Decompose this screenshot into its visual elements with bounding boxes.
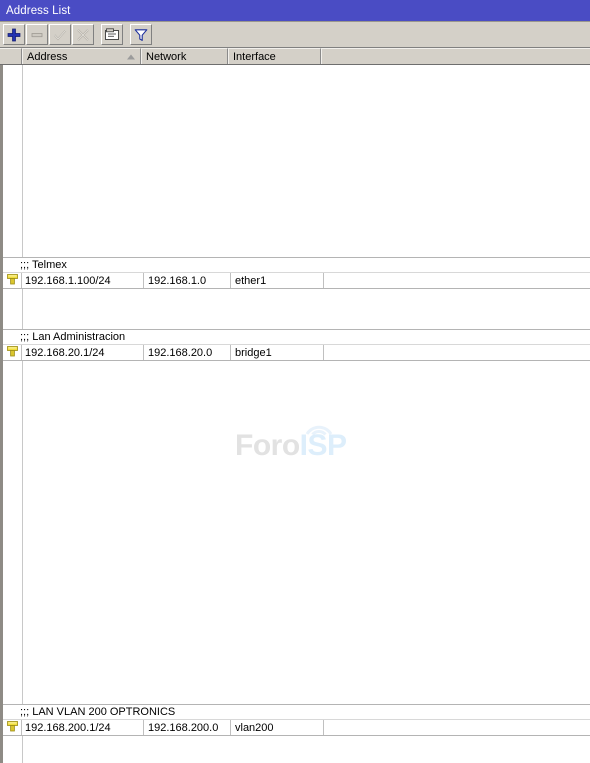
column-header-network[interactable]: Network [141, 48, 228, 64]
window-titlebar: Address List [0, 0, 590, 22]
window-title: Address List [6, 4, 71, 17]
comment-button[interactable] [101, 24, 123, 45]
pin-icon [6, 273, 18, 288]
comment-row[interactable]: ;;; Telmex [3, 257, 590, 273]
column-header-interface[interactable]: Interface [228, 48, 321, 64]
column-header-address[interactable]: Address [22, 48, 141, 64]
enable-button[interactable] [49, 24, 71, 45]
row-address-cell: 192.168.20.1/24 [22, 345, 144, 360]
add-button[interactable] [3, 24, 25, 45]
row-extra-cell [324, 273, 590, 288]
comment-icon [104, 28, 120, 41]
filter-icon [134, 28, 148, 42]
address-list-body[interactable]: ForoISP ;;; Telmex 192.168.1.100/24 192.… [0, 65, 590, 763]
table-row[interactable]: 192.168.20.1/24 192.168.20.0 bridge1 [3, 345, 590, 361]
row-network-cell: 192.168.200.0 [144, 720, 231, 735]
row-address-cell: 192.168.1.100/24 [22, 273, 144, 288]
minus-icon [30, 28, 44, 42]
row-flag-cell [3, 345, 22, 360]
row-extra-cell [324, 720, 590, 735]
column-header-empty[interactable] [321, 48, 590, 64]
plus-icon [7, 28, 21, 42]
empty-space-1 [3, 289, 590, 329]
cross-icon [76, 28, 90, 42]
toolbar [0, 22, 590, 48]
empty-space-2 [3, 361, 590, 704]
row-address-cell: 192.168.200.1/24 [22, 720, 144, 735]
pin-icon [6, 345, 18, 360]
sort-ascending-icon [127, 54, 135, 59]
table-row[interactable]: 192.168.1.100/24 192.168.1.0 ether1 [3, 273, 590, 289]
column-header-interface-label: Interface [233, 50, 276, 63]
row-interface-cell: ether1 [231, 273, 324, 288]
column-header-address-label: Address [27, 50, 68, 63]
table-column-header: Address Network Interface [0, 48, 590, 65]
empty-space-top [3, 65, 590, 257]
comment-row[interactable]: ;;; LAN VLAN 200 OPTRONICS [3, 704, 590, 720]
row-network-cell: 192.168.1.0 [144, 273, 231, 288]
pin-icon [6, 720, 18, 735]
row-network-cell: 192.168.20.0 [144, 345, 231, 360]
empty-space-bottom [3, 736, 590, 763]
row-flag-cell [3, 273, 22, 288]
column-header-network-label: Network [146, 50, 187, 63]
table-row[interactable]: 192.168.200.1/24 192.168.200.0 vlan200 [3, 720, 590, 736]
remove-button[interactable] [26, 24, 48, 45]
row-interface-cell: vlan200 [231, 720, 324, 735]
row-interface-cell: bridge1 [231, 345, 324, 360]
column-header-flag[interactable] [0, 48, 22, 64]
address-list-window: Address List Address Network Interface F… [0, 0, 590, 763]
filter-button[interactable] [130, 24, 152, 45]
row-extra-cell [324, 345, 590, 360]
disable-button[interactable] [72, 24, 94, 45]
row-flag-cell [3, 720, 22, 735]
comment-row[interactable]: ;;; Lan Administracion [3, 329, 590, 345]
check-icon [53, 28, 67, 42]
